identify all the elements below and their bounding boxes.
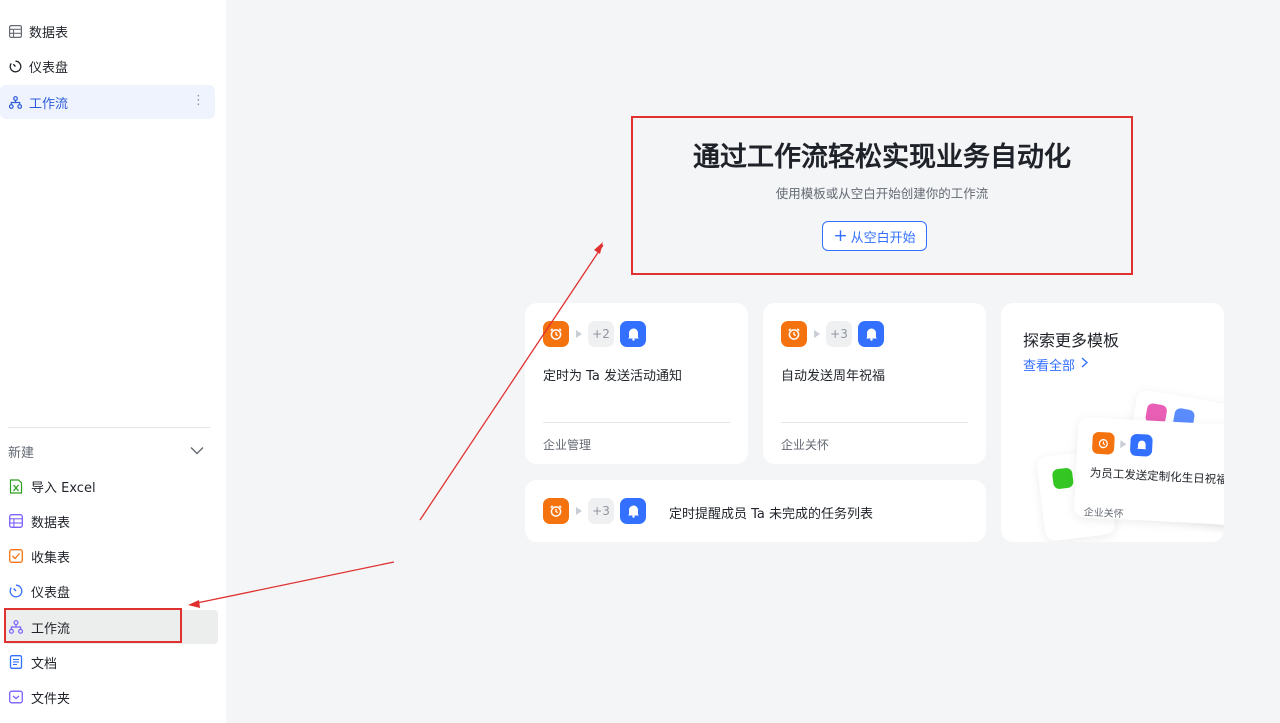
arrow-right-icon [814, 330, 820, 338]
chevron-right-icon [1081, 357, 1089, 372]
workflow-icon [8, 620, 23, 635]
hero-subtitle: 使用模板或从空白开始创建你的工作流 [775, 186, 989, 201]
step-count-badge: +2 [588, 321, 614, 347]
form-icon [8, 549, 23, 564]
sidebar-item-table[interactable]: 数据表 [0, 14, 215, 48]
new-section-label: 新建 [8, 445, 35, 461]
alarm-clock-icon [543, 321, 569, 347]
alarm-clock-icon [543, 498, 569, 524]
template-card[interactable]: +3 定时提醒成员 Ta 未完成的任务列表 [525, 480, 986, 542]
new-item-label: 数据表 [31, 515, 71, 531]
sidebar-item-label: 数据表 [29, 25, 69, 41]
template-category: 企业关怀 [781, 438, 830, 452]
alarm-clock-icon [1091, 431, 1115, 455]
alarm-clock-icon [781, 321, 807, 347]
bell-icon [1129, 433, 1153, 457]
new-folder[interactable]: 文件夹 [4, 680, 218, 714]
view-all-link[interactable]: 查看全部 [1023, 355, 1089, 374]
new-item-label: 工作流 [31, 621, 71, 637]
table-icon [8, 24, 22, 38]
workflow-icon [8, 95, 22, 109]
new-item-label: 收集表 [31, 550, 71, 566]
sidebar-item-label: 仪表盘 [29, 60, 69, 76]
template-category: 企业管理 [543, 438, 592, 452]
new-form[interactable]: 收集表 [4, 539, 218, 573]
new-item-label: 文档 [31, 656, 58, 672]
new-dashboard[interactable]: 仪表盘 [4, 574, 218, 608]
template-title: 自动发送周年祝福 [781, 369, 886, 384]
new-item-label: 仪表盘 [31, 585, 71, 601]
bell-icon [858, 321, 884, 347]
card-divider [781, 422, 968, 423]
sidebar: 数据表 仪表盘 工作流 ⋮ 新建 导入 Excel 数据表 收集表 仪表盘 工作… [0, 0, 226, 723]
annotation-arrowhead [594, 242, 603, 254]
start-from-blank-button[interactable]: + 从空白开始 [822, 221, 927, 251]
arrow-right-icon [576, 330, 582, 338]
new-document[interactable]: 文档 [4, 645, 218, 679]
explore-templates-card[interactable]: 探索更多模板 查看全部 为员工发送定制化生日祝福 企业关怀 [1001, 303, 1224, 542]
sidebar-item-dashboard[interactable]: 仪表盘 [0, 49, 215, 83]
new-item-label: 导入 Excel [31, 480, 96, 496]
dashboard-icon [8, 59, 22, 73]
excel-icon [8, 478, 23, 494]
arrow-right-icon [576, 507, 582, 515]
new-table[interactable]: 数据表 [4, 504, 218, 538]
sidebar-divider [8, 427, 210, 428]
chevron-down-icon [190, 444, 204, 459]
new-section-header[interactable]: 新建 [8, 441, 204, 461]
template-card[interactable]: +3 自动发送周年祝福 企业关怀 [763, 303, 986, 464]
start-button-label: 从空白开始 [850, 230, 916, 246]
bell-icon [620, 321, 646, 347]
new-workflow[interactable]: 工作流 [4, 610, 218, 644]
preview-title: 为员工发送定制化生日祝福 [1089, 465, 1224, 487]
template-title: 定时为 Ta 发送活动通知 [543, 369, 683, 384]
document-icon [8, 655, 23, 670]
arrow-right-icon [1120, 440, 1127, 449]
sidebar-item-label: 工作流 [29, 96, 69, 112]
explore-title: 探索更多模板 [1023, 331, 1120, 350]
new-item-label: 文件夹 [31, 691, 71, 707]
step-count-badge: +3 [826, 321, 852, 347]
view-all-label: 查看全部 [1023, 359, 1076, 374]
new-import-excel[interactable]: 导入 Excel [4, 469, 218, 503]
more-options-icon[interactable]: ⋮ [192, 94, 205, 108]
preview-category: 企业关怀 [1083, 507, 1124, 521]
template-title: 定时提醒成员 Ta 未完成的任务列表 [669, 507, 874, 522]
template-card[interactable]: +2 定时为 Ta 发送活动通知 企业管理 [525, 303, 748, 464]
dashboard-icon [8, 584, 23, 599]
template-icon [1051, 467, 1074, 490]
sidebar-item-workflow[interactable]: 工作流 ⋮ [0, 85, 215, 119]
folder-icon [8, 690, 23, 705]
hero-title: 通过工作流轻松实现业务自动化 [693, 142, 1071, 173]
table-icon [8, 514, 23, 529]
card-divider [543, 422, 730, 423]
plus-icon: + [833, 225, 848, 246]
bell-icon [620, 498, 646, 524]
preview-card-front: 为员工发送定制化生日祝福 企业关怀 [1073, 416, 1224, 526]
step-count-badge: +3 [588, 498, 614, 524]
